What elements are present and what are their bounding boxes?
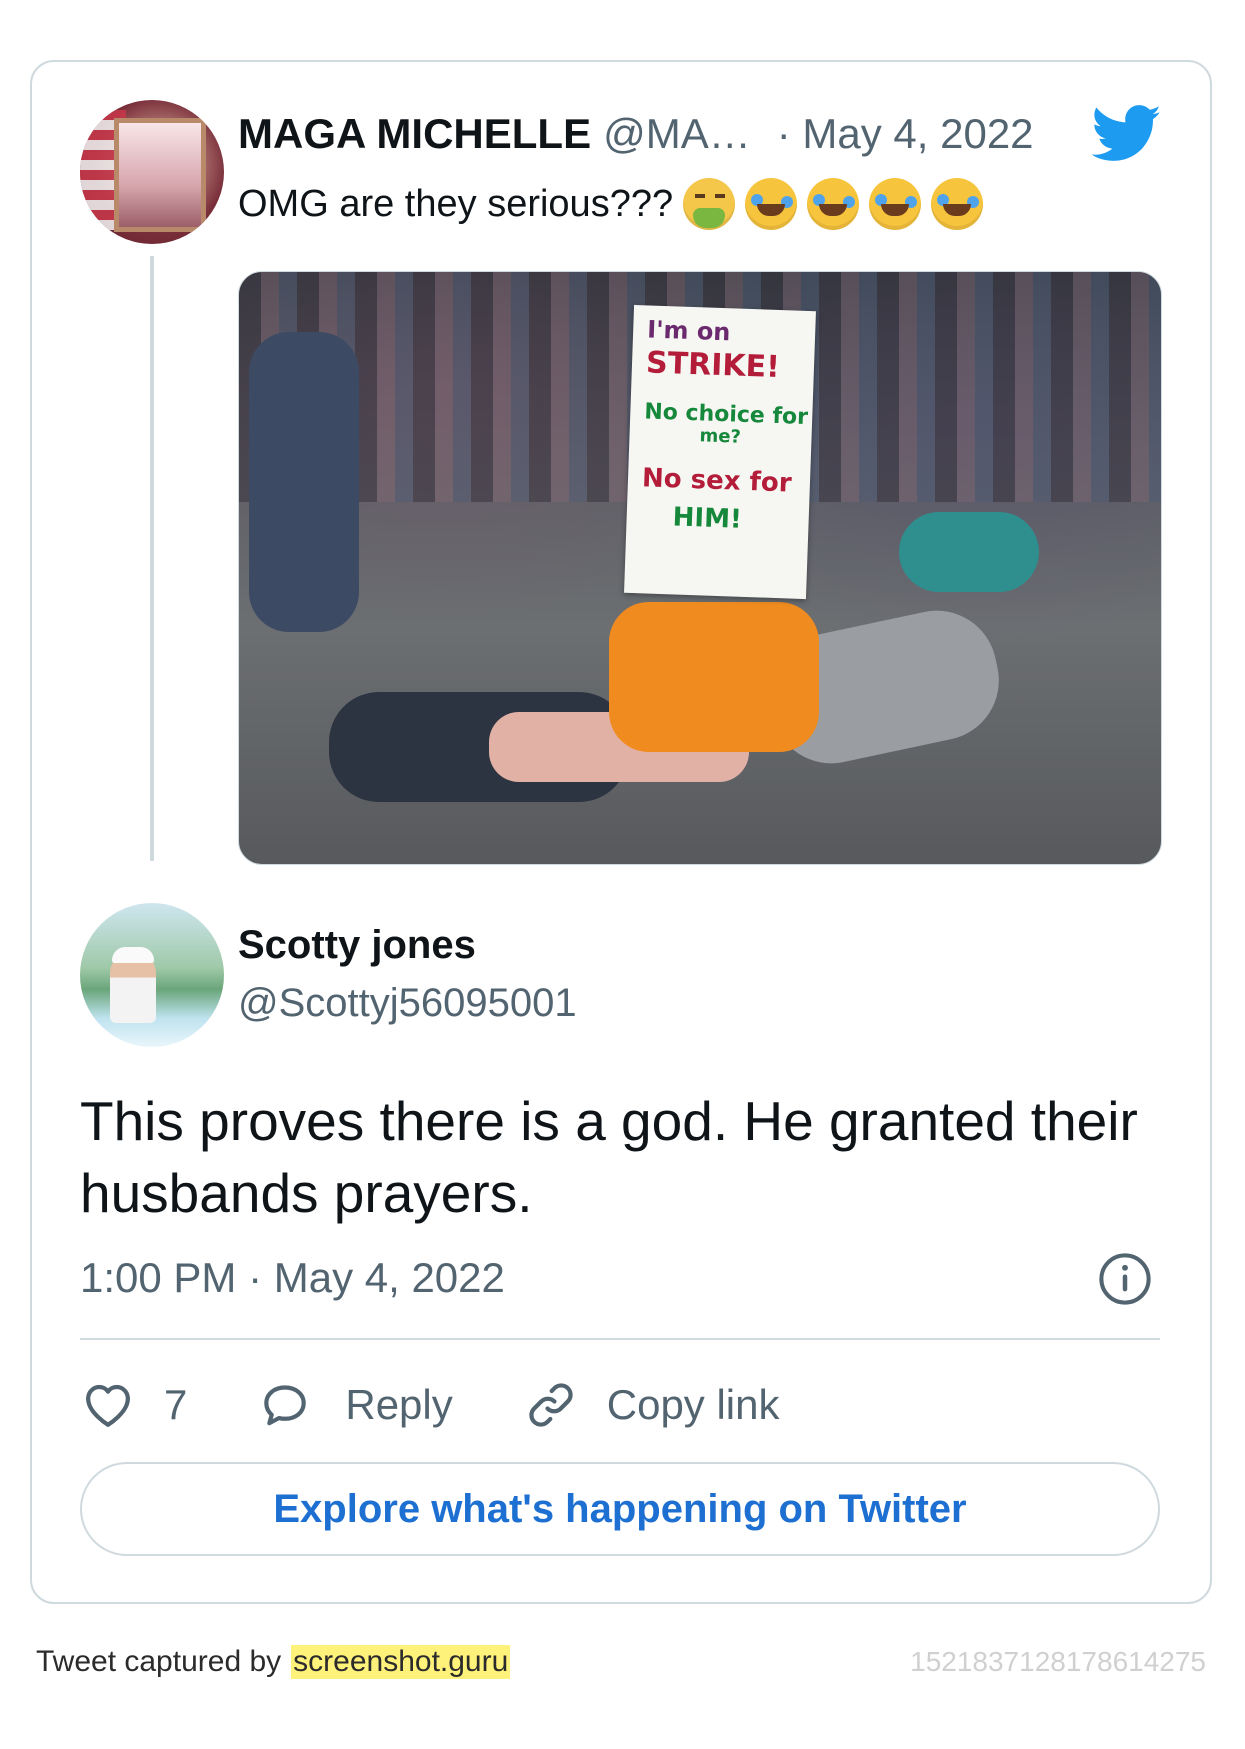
sign-line: STRIKE! <box>645 345 781 386</box>
heart-icon <box>86 1384 130 1427</box>
rofl-icon <box>931 178 984 230</box>
rofl-icon <box>869 178 922 230</box>
quoted-tweet-date[interactable]: · May 4, 2022 <box>777 110 1034 158</box>
thread-connector <box>150 256 154 861</box>
quoted-tweet-text: OMG are they serious??? <box>238 178 984 230</box>
author-handle[interactable]: @Scottyj56095001 <box>238 978 577 1028</box>
quoted-author-name[interactable]: MAGA MICHELLE <box>238 110 591 158</box>
quoted-author-handle[interactable]: @MA… <box>603 110 751 158</box>
sign-line: me? <box>699 425 742 448</box>
quoted-author-avatar[interactable] <box>80 100 224 244</box>
quoted-tweet-photo[interactable]: I'm on STRIKE! No choice for me? No sex … <box>238 271 1162 865</box>
protester-teal <box>899 512 1039 592</box>
tweet-text: This proves there is a god. He granted t… <box>80 1090 1138 1224</box>
tweet-timestamp[interactable]: 1:00 PM · May 4, 2022 <box>80 1250 505 1306</box>
twitter-bird-icon[interactable] <box>1092 104 1162 164</box>
info-icon[interactable] <box>1098 1252 1152 1306</box>
action-bar: 7 Reply Copy link <box>80 1372 780 1438</box>
sign-line: I'm on <box>646 315 731 347</box>
quoted-tweet-header: MAGA MICHELLE @MA… · May 4, 2022 <box>238 108 1034 160</box>
footer-prefix: Tweet captured by <box>36 1645 282 1678</box>
like-button[interactable]: 7 <box>80 1377 187 1433</box>
protest-sign: I'm on STRIKE! No choice for me? No sex … <box>624 304 816 600</box>
person-figure <box>110 953 156 1023</box>
face-vomiting-icon <box>683 178 736 230</box>
capture-footer: Tweet captured by screenshot.guru <box>36 1640 511 1684</box>
portrait-frame <box>114 118 206 232</box>
rofl-icon <box>807 178 860 230</box>
reply-button[interactable]: Reply <box>257 1377 453 1433</box>
copy-link-label: Copy link <box>606 1381 780 1428</box>
standing-person <box>249 332 359 632</box>
divider <box>80 1338 1160 1340</box>
tweet-id: 1521837128178614275 <box>910 1646 1206 1677</box>
cap-shape <box>112 947 154 963</box>
author-avatar[interactable] <box>80 903 224 1047</box>
like-count: 7 <box>164 1381 188 1428</box>
sign-line: HIM! <box>672 502 743 535</box>
sign-line: No sex for <box>641 463 793 499</box>
screenshot-guru-link[interactable]: screenshot.guru <box>291 1645 511 1679</box>
link-icon <box>529 1383 573 1427</box>
speech-bubble-icon <box>264 1385 307 1426</box>
rofl-icon <box>745 178 798 230</box>
author-name[interactable]: Scotty jones <box>238 920 476 970</box>
protester-orange <box>609 602 819 752</box>
quoted-tweet-body: OMG are they serious??? <box>238 182 674 225</box>
reply-label: Reply <box>345 1381 453 1428</box>
explore-twitter-button[interactable]: Explore what's happening on Twitter <box>80 1462 1160 1556</box>
copy-link-button[interactable]: Copy link <box>523 1377 780 1433</box>
